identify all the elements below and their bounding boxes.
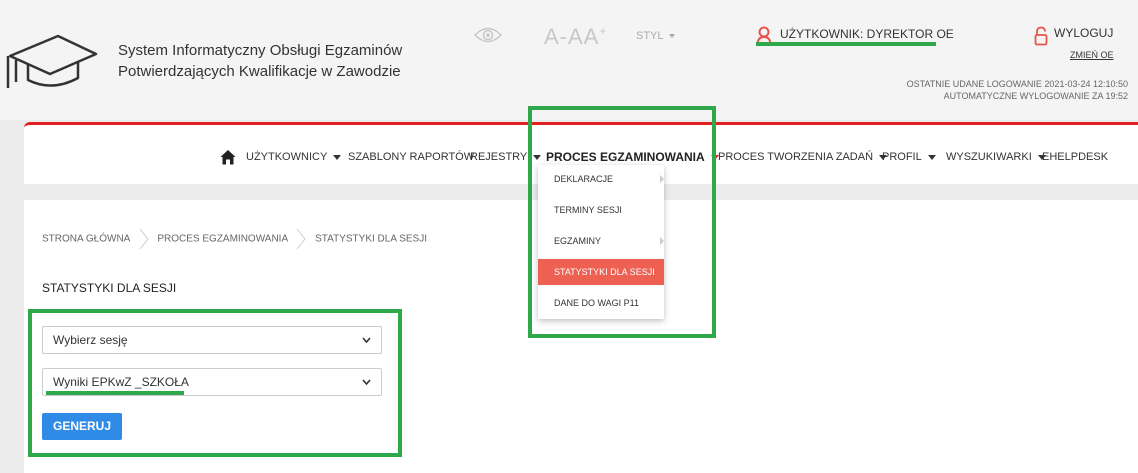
logout-link[interactable]: WYLOGUJ [1054,26,1113,40]
nav-item-profile[interactable]: PROFIL [882,151,936,163]
nav-item-label: WYSZUKIWARKI [946,151,1032,163]
page: System Informatyczny Obsługi Egzaminów P… [0,0,1138,473]
last-login-text: OSTATNIE UDANE LOGOWANIE 2021-03-24 12:1… [906,79,1128,89]
highlight-underline [756,42,936,46]
font-size-control[interactable]: A-AA+ [544,24,607,50]
chevron-right-icon [139,228,149,250]
chevron-right-icon [296,228,306,250]
home-icon[interactable] [220,149,236,165]
system-title: System Informatyczny Obsługi Egzaminów P… [118,40,402,82]
nav-item-label: PROCES TWORZENIA ZADAŃ [718,151,874,163]
page-title: STATYSTYKI DLA SESJI [42,281,177,295]
graduation-cap-icon [6,34,98,88]
nav-item-task-creation[interactable]: PROCES TWORZENIA ZADAŃ [718,151,888,163]
nav-item-label: PROFIL [882,151,922,163]
header: System Informatyczny Obsługi Egzaminów P… [0,0,1138,120]
user-label[interactable]: UŻYTKOWNIK: DYREKTOR OE [780,27,954,41]
style-menu[interactable]: STYL [636,30,676,42]
font-size-plus: + [599,24,608,38]
nav-item-report-templates[interactable]: SZABLONY RAPORTÓW [348,151,474,163]
font-size-label: A-AA [544,24,600,49]
style-label: STYL [636,30,664,42]
nav-item-users[interactable]: UŻYTKOWNICY [246,151,342,163]
nav-item-label: UŻYTKOWNICY [246,151,328,163]
nav-item-label: SZABLONY RAPORTÓW [348,151,475,163]
chevron-down-icon [927,154,936,160]
auto-logout-text: AUTOMATYCZNE WYLOGOWANIE ZA 19:52 [943,91,1128,101]
chevron-down-icon [333,154,342,160]
breadcrumb-current: STATYSTYKI DLA SESJI [315,233,428,245]
highlight-box-menu [528,106,716,338]
eye-icon[interactable] [474,26,502,44]
lock-icon [1034,26,1048,46]
nav-item-label: EHELPDESK [1042,151,1109,163]
breadcrumb-home[interactable]: STRONA GŁÓWNA [42,234,130,245]
breadcrumb-exam-process[interactable]: PROCES EGZAMINOWANIA [157,234,287,245]
session-info: OSTATNIE UDANE LOGOWANIE 2021-03-24 12:1… [907,78,1128,102]
highlight-box-form [28,309,402,457]
breadcrumb: STRONA GŁÓWNA PROCES EGZAMINOWANIA STATY… [42,228,427,250]
change-oe-link[interactable]: ZMIEŃ OE [1070,50,1114,60]
nav-item-label: REJESTRY [470,151,528,163]
nav-item-search[interactable]: WYSZUKIWARKI [946,151,1046,163]
chevron-down-icon [669,34,676,39]
system-title-line1: System Informatyczny Obsługi Egzaminów [118,42,403,59]
nav-item-ehelpdesk[interactable]: EHELPDESK [1042,151,1108,163]
system-title-line2: Potwierdzających Kwalifikacje w Zawodzie [118,63,401,80]
